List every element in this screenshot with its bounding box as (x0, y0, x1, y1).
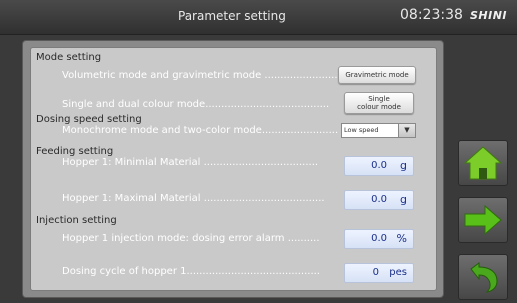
section-mode-setting: Mode setting (36, 52, 102, 63)
row-volumetric-gravimetric: Volumetric mode and gravimetric mode ...… (62, 70, 341, 81)
title-bar: Parameter setting 08:23:38 SHINI (0, 0, 517, 35)
leader-dots: ........................ (261, 125, 339, 136)
leader-dots: ....................................... (205, 99, 330, 110)
leader-dots: ........................................… (186, 266, 320, 277)
row-label: Single and dual colour mode (62, 99, 206, 110)
section-dosing-speed-setting: Dosing speed setting (36, 114, 142, 125)
row-single-dual-colour: Single and dual colour mode.............… (62, 99, 329, 110)
leader-dots: ...................................... (200, 193, 325, 204)
return-icon (470, 262, 498, 293)
home-icon (463, 146, 503, 180)
leader-dots: .................................... (200, 157, 319, 168)
gravimetric-mode-button[interactable]: Gravimetric mode (338, 66, 416, 84)
dosing-cycle-value: 0 (372, 267, 379, 278)
row-min-material: Hopper 1: Minimial Material ............… (62, 157, 318, 168)
leader-dots: .......... (284, 233, 320, 244)
dosing-speed-select[interactable]: Low speed ▼ (341, 123, 416, 138)
section-injection-setting: Injection setting (36, 215, 117, 226)
row-injection-alarm: Hopper 1 injection mode: dosing error al… (62, 233, 320, 244)
leader-dots: ........................ (261, 70, 341, 81)
home-button[interactable] (458, 140, 508, 186)
section-feeding-setting: Feeding setting (36, 146, 114, 157)
row-label: Dosing cycle of hopper 1 (62, 266, 187, 277)
row-max-material: Hopper 1: Maximal Material .............… (62, 193, 325, 204)
max-material-value: 0.0 (371, 194, 387, 205)
dosing-speed-value: Low speed (344, 126, 379, 134)
injection-alarm-value: 0.0 (371, 233, 387, 244)
row-label: Hopper 1 injection mode: dosing error al… (62, 233, 285, 244)
row-monochrome-two-color: Monochrome mode and two-color mode......… (62, 125, 338, 136)
dosing-cycle-field[interactable]: 0 pes (344, 263, 414, 283)
row-dosing-cycle: Dosing cycle of hopper 1................… (62, 266, 320, 277)
clock-time: 08:23:38 (400, 7, 463, 23)
dosing-cycle-unit: pes (389, 267, 407, 278)
min-material-value: 0.0 (371, 160, 387, 171)
min-material-unit: g (400, 159, 407, 172)
min-material-field[interactable]: 0.0 g (344, 156, 414, 176)
max-material-unit: g (400, 193, 407, 206)
row-label: Volumetric mode and gravimetric mode (62, 70, 262, 81)
brand-logo: SHINI (470, 9, 508, 22)
page-title: Parameter setting (178, 9, 286, 23)
arrow-right-icon (464, 204, 502, 236)
single-colour-mode-button[interactable]: Single colour mode (344, 92, 414, 114)
row-label: Hopper 1: Minimial Material (62, 157, 201, 168)
back-button[interactable] (458, 254, 508, 300)
max-material-field[interactable]: 0.0 g (344, 190, 414, 210)
dropdown-arrow-icon[interactable]: ▼ (398, 124, 415, 137)
injection-alarm-unit: % (396, 232, 407, 245)
row-label: Hopper 1: Maximal Material (62, 193, 201, 204)
next-button[interactable] (458, 197, 508, 243)
injection-alarm-field[interactable]: 0.0 % (344, 229, 414, 249)
row-label: Monochrome mode and two-color mode (62, 125, 262, 136)
